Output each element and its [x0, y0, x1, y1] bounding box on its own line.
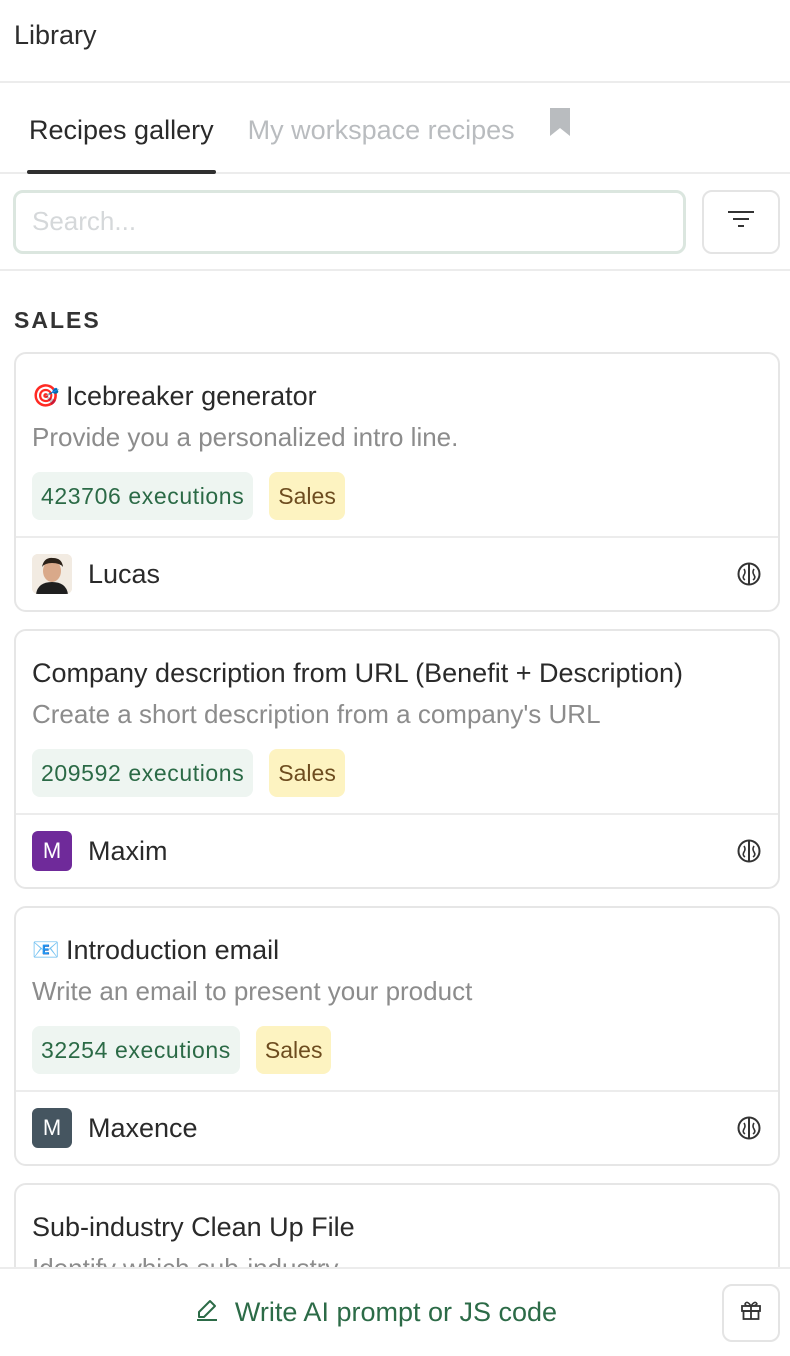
bookmark-icon	[549, 108, 571, 141]
recipe-title-text: Icebreaker generator	[66, 380, 317, 411]
category-badge: Sales	[269, 472, 345, 520]
brain-icon[interactable]	[736, 561, 762, 587]
tab-bar: Recipes gallery My workspace recipes	[0, 83, 790, 174]
recipe-card-footer: M Maxence	[16, 1092, 778, 1164]
section-label-sales: SALES	[14, 307, 101, 333]
recipe-title: Company description from URL (Benefit + …	[32, 655, 762, 691]
recipe-title-text: Introduction email	[66, 934, 280, 965]
avatar: M	[32, 1108, 72, 1148]
gift-button[interactable]	[722, 1283, 780, 1342]
tab-bookmarks[interactable]	[549, 107, 571, 172]
recipe-card[interactable]: Company description from URL (Benefit + …	[14, 629, 780, 889]
search-input[interactable]	[32, 206, 667, 237]
author-name: Maxence	[88, 1112, 198, 1143]
executions-badge: 32254 executions	[32, 1026, 240, 1074]
recipe-title: 📧 Introduction email	[32, 932, 762, 968]
bottom-action-bar: Write AI prompt or JS code	[0, 1267, 790, 1356]
category-badge: Sales	[255, 1026, 332, 1074]
recipe-title: Sub-industry Clean Up File	[32, 1209, 762, 1245]
recipe-badges: 423706 executions Sales	[32, 472, 762, 520]
executions-badge: 209592 executions	[32, 749, 254, 797]
recipe-card[interactable]: 🎯 Icebreaker generator Provide you a per…	[14, 352, 780, 612]
category-badge: Sales	[269, 749, 345, 797]
recipe-card-body[interactable]: Company description from URL (Benefit + …	[16, 631, 778, 815]
recipe-author: Lucas	[32, 554, 160, 594]
gift-icon	[740, 1299, 762, 1326]
recipe-card[interactable]: 📧 Introduction email Write an email to p…	[14, 906, 780, 1166]
recipe-card-footer: Lucas	[16, 538, 778, 610]
recipe-description: Provide you a personalized intro line.	[32, 422, 459, 452]
brain-icon[interactable]	[736, 838, 762, 864]
write-ai-prompt-button[interactable]: Write AI prompt or JS code	[0, 1297, 722, 1328]
executions-badge: 423706 executions	[32, 472, 254, 520]
recipe-author: M Maxence	[32, 1108, 198, 1148]
author-name: Lucas	[88, 558, 161, 589]
recipe-description: Write an email to present your product	[32, 976, 473, 1006]
recipe-author: M Maxim	[32, 831, 168, 871]
recipe-card-footer: M Maxim	[16, 815, 778, 887]
tab-recipes-gallery[interactable]: Recipes gallery	[27, 115, 216, 174]
recipe-title: 🎯 Icebreaker generator	[32, 378, 762, 414]
search-box	[13, 189, 686, 254]
author-name: Maxim	[88, 835, 168, 866]
recipe-badges: 32254 executions Sales	[32, 1026, 762, 1074]
page-title: Library	[14, 20, 97, 50]
recipe-badges: 209592 executions Sales	[32, 749, 762, 797]
avatar: M	[32, 831, 72, 871]
envelope-emoji: 📧	[32, 937, 60, 962]
recipe-title-text: Sub-industry Clean Up File	[32, 1211, 355, 1242]
recipe-card-body[interactable]: 🎯 Icebreaker generator Provide you a per…	[16, 354, 778, 538]
recipe-title-text: Company description from URL (Benefit + …	[32, 657, 684, 688]
recipe-list: 🎯 Icebreaker generator Provide you a per…	[0, 352, 790, 1309]
write-ai-prompt-label: Write AI prompt or JS code	[234, 1297, 558, 1327]
filter-button[interactable]	[702, 189, 780, 254]
brain-icon[interactable]	[736, 1115, 762, 1141]
tab-my-workspace-recipes[interactable]: My workspace recipes	[248, 115, 515, 172]
library-header: Library	[0, 0, 790, 83]
search-row	[0, 174, 790, 271]
pencil-icon	[195, 1297, 219, 1328]
filter-icon	[727, 209, 755, 234]
recipe-description: Create a short description from a compan…	[32, 699, 601, 729]
target-emoji: 🎯	[32, 383, 60, 408]
recipe-card-body[interactable]: 📧 Introduction email Write an email to p…	[16, 908, 778, 1092]
avatar	[32, 554, 72, 594]
